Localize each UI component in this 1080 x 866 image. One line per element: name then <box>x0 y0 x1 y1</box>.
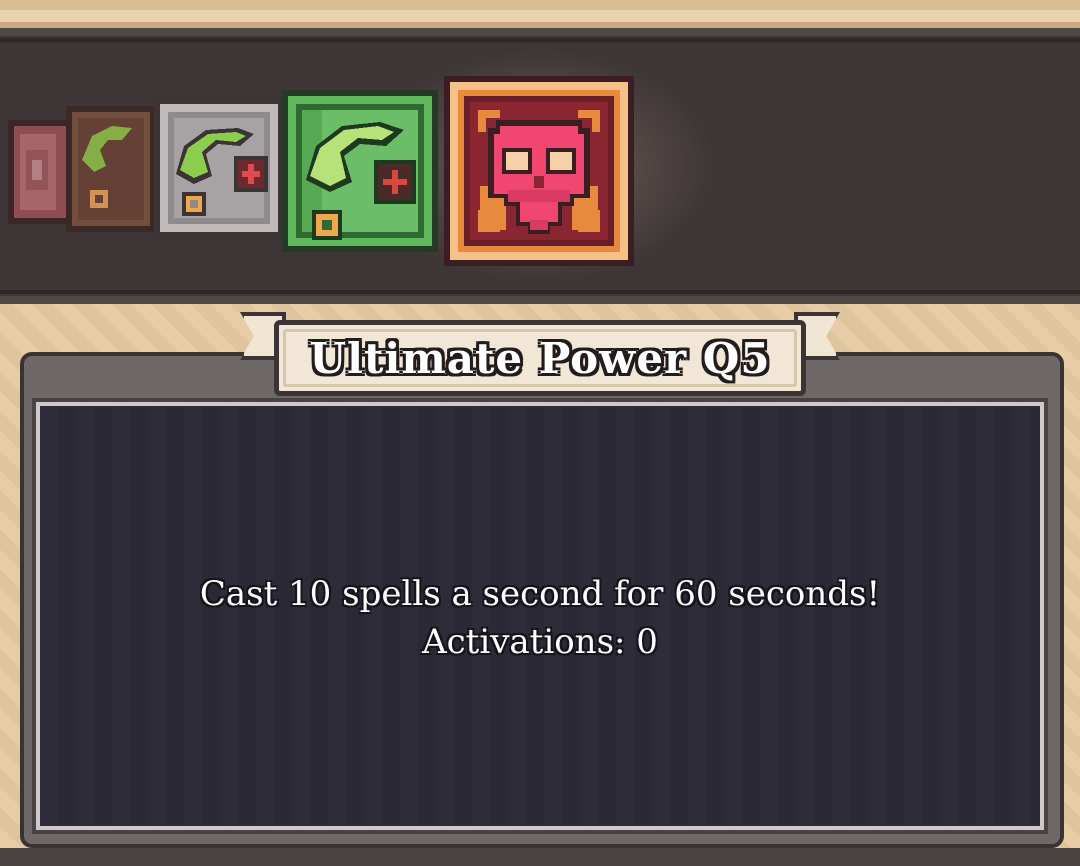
ability-title: Ultimate Power Q5 <box>309 333 771 383</box>
carousel-item-red-book[interactable] <box>8 120 70 224</box>
ability-carousel[interactable] <box>0 28 1080 304</box>
carousel-item-green-rune[interactable] <box>282 90 438 252</box>
ability-description: Cast 10 spells a second for 60 seconds! <box>199 574 881 614</box>
green-swirl-rune-icon <box>282 90 438 252</box>
carousel-item-skull-selected[interactable] <box>444 76 634 266</box>
carousel-item-brown-rune[interactable] <box>66 106 156 232</box>
pink-skull-icon <box>444 76 634 266</box>
activations-count: Activations: 0 <box>422 622 658 662</box>
carousel-item-silver-rune[interactable] <box>154 98 284 238</box>
title-banner: Ultimate Power Q5 <box>240 308 840 404</box>
ability-text: Cast 10 spells a second for 60 seconds! … <box>36 570 1044 666</box>
bottom-border <box>0 848 1080 866</box>
green-swirl-rune-icon <box>154 98 284 238</box>
green-swirl-rune-icon <box>66 106 156 232</box>
top-parchment-strip <box>0 0 1080 30</box>
red-book-icon <box>8 120 70 224</box>
